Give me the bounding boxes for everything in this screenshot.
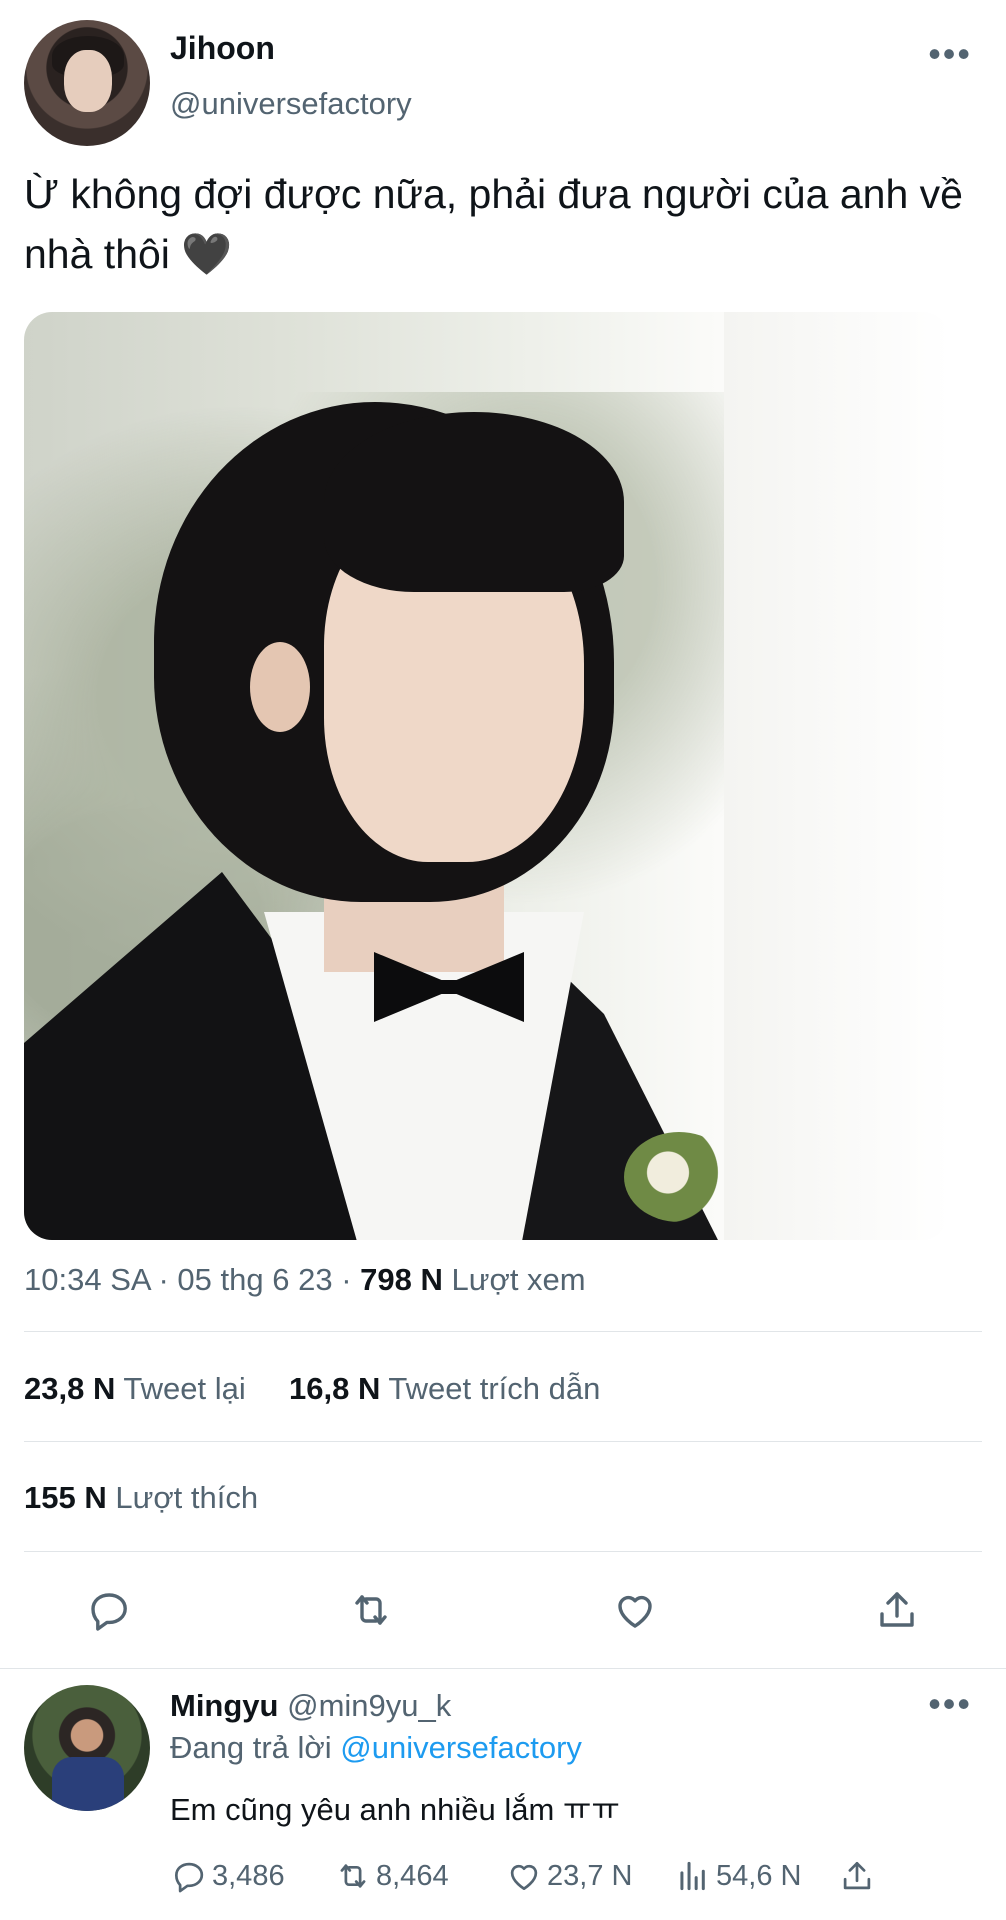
retweets-stat[interactable]: 23,8 N Tweet lại [24,1371,254,1406]
tweet-media-photo[interactable] [24,312,950,1240]
reply-icon [91,1593,127,1631]
author-avatar[interactable] [24,20,150,146]
like-icon [618,1595,652,1628]
views-chart-icon [680,1861,705,1891]
views-count: 798 N [360,1262,443,1297]
reply-retweets-count: 8,464 [376,1859,449,1892]
more-horizontal-icon[interactable]: ••• [928,36,972,72]
retweet-button[interactable] [343,1582,399,1638]
quotes-stat[interactable]: 16,8 N Tweet trích dẫn [289,1371,600,1406]
more-horizontal-icon[interactable]: ••• [928,1686,972,1722]
retweets-count: 23,8 N [24,1371,116,1406]
quotes-count: 16,8 N [289,1371,381,1406]
share-icon [880,1592,914,1627]
author-handle[interactable]: @universefactory [170,86,412,122]
photo-ear [250,642,310,732]
retweets-label: Tweet lại [123,1371,246,1406]
likes-label: Lượt thích [115,1480,259,1515]
avatar-face [64,50,112,112]
replying-to: Đang trả lời @universefactory [170,1730,582,1766]
reply-author-name: Mingyu [170,1688,279,1723]
reply-author-avatar[interactable] [24,1685,150,1811]
reply-share-button[interactable] [838,1856,880,1896]
tweet-time[interactable]: 10:34 SA [24,1262,150,1297]
retweet-icon [355,1595,387,1625]
reply-button[interactable] [81,1582,137,1638]
reply-icon [174,1862,204,1893]
reply-views-button[interactable]: 54,6 N [674,1856,801,1896]
like-button[interactable] [607,1582,663,1638]
reply-likes-count: 23,7 N [547,1859,633,1892]
photo-boutonniere [624,1132,734,1222]
like-icon [510,1864,538,1891]
divider [24,1551,982,1552]
reply-like-button[interactable]: 23,7 N [505,1856,632,1896]
replying-prefix: Đang trả lời [170,1730,332,1765]
tweet-text: Ừ không đợi được nữa, phải đưa người của… [24,171,963,277]
reply-views-count: 54,6 N [716,1859,802,1892]
views-label: Lượt xem [451,1262,586,1297]
divider [24,1441,982,1442]
share-icon [843,1861,871,1890]
tweet-meta: 10:34 SA · 05 thg 6 23 · 798 N Lượt xem [24,1262,586,1298]
likes-stat[interactable]: 155 N Lượt thích [24,1480,258,1516]
reply-reply-button[interactable]: 3,486 [170,1856,285,1896]
retweet-icon [340,1864,366,1888]
reply-author-handle: @min9yu_k [287,1688,452,1723]
stats-retweets-row: 23,8 N Tweet lại 16,8 N Tweet trích dẫn [24,1371,600,1407]
reply-text: Em cũng yêu anh nhiều lắm ㅠㅠ [170,1792,620,1827]
meta-separator: · [158,1262,169,1297]
photo-window-light [724,312,950,1240]
divider [0,1668,1006,1669]
reply-retweet-button[interactable]: 8,464 [334,1856,449,1896]
likes-count: 155 N [24,1480,107,1515]
replying-mention-link[interactable]: @universefactory [340,1730,582,1765]
tweet-date[interactable]: 05 thg 6 23 [177,1262,332,1297]
share-button[interactable] [869,1582,925,1638]
reply-author[interactable]: Mingyu @min9yu_k [170,1688,451,1724]
author-name[interactable]: Jihoon [170,30,275,67]
photo-fringe [324,412,624,592]
divider [24,1331,982,1332]
quotes-label: Tweet trích dẫn [388,1371,601,1406]
reply-replies-count: 3,486 [212,1859,285,1892]
avatar-shirt [52,1757,124,1811]
meta-separator: · [341,1262,352,1297]
